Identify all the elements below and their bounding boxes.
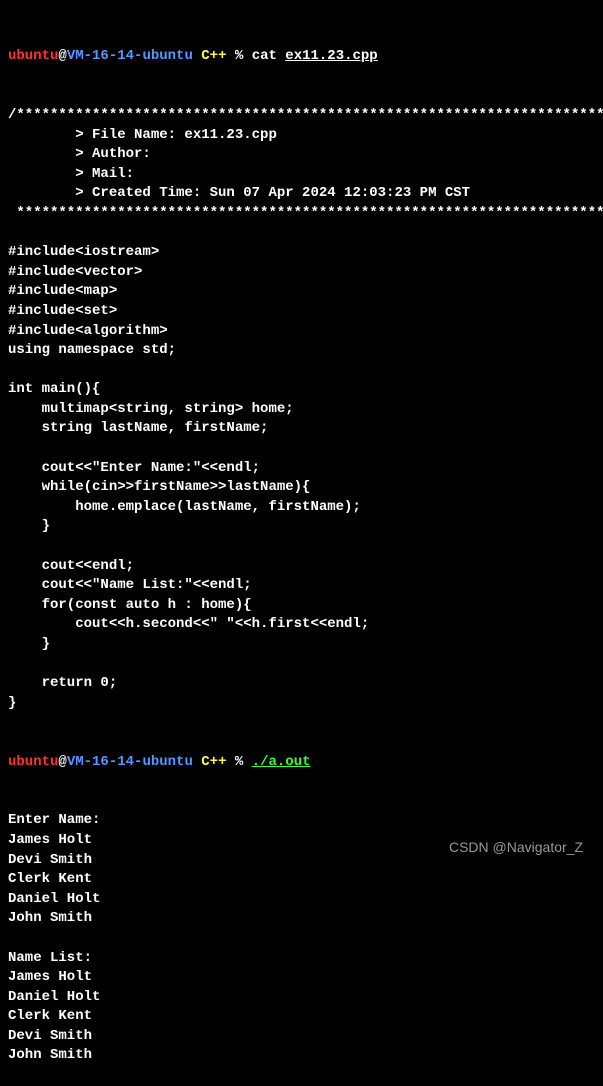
output-line: Clerk Kent (8, 1007, 595, 1027)
output-line (8, 929, 595, 949)
code-line (8, 537, 595, 557)
code-line: #include<map> (8, 282, 595, 302)
output-line: Daniel Holt (8, 988, 595, 1008)
prompt-at: @ (58, 753, 66, 773)
code-line: > Mail: (8, 165, 595, 185)
prompt-host: VM-16-14-ubuntu (67, 47, 193, 67)
code-line: #include<set> (8, 302, 595, 322)
code-line (8, 439, 595, 459)
code-line: } (8, 517, 595, 537)
output-line: John Smith (8, 909, 595, 929)
code-line: while(cin>>firstName>>lastName){ (8, 478, 595, 498)
code-line: return 0; (8, 674, 595, 694)
code-line: #include<algorithm> (8, 322, 595, 342)
code-line: > File Name: ex11.23.cpp (8, 126, 595, 146)
watermark-text: CSDN @Navigator_Z (449, 838, 583, 858)
code-line: for(const auto h : home){ (8, 596, 595, 616)
code-line: #include<iostream> (8, 243, 595, 263)
output-line: John Smith (8, 1046, 595, 1066)
output-line: Devi Smith (8, 1027, 595, 1047)
filename-arg: ex11.23.cpp (285, 47, 377, 67)
code-line: multimap<string, string> home; (8, 400, 595, 420)
prompt-host: VM-16-14-ubuntu (67, 753, 193, 773)
terminal-window: ubuntu@VM-16-14-ubuntu C++ % cat ex11.23… (8, 8, 595, 1086)
code-line: > Created Time: Sun 07 Apr 2024 12:03:23… (8, 184, 595, 204)
code-line (8, 224, 595, 244)
code-line: #include<vector> (8, 263, 595, 283)
code-line: > Author: (8, 145, 595, 165)
code-line: } (8, 635, 595, 655)
code-line: string lastName, firstName; (8, 419, 595, 439)
prompt-line-1: ubuntu@VM-16-14-ubuntu C++ % cat ex11.23… (8, 47, 595, 67)
output-line: Enter Name: (8, 811, 595, 831)
prompt-percent: % (235, 753, 252, 773)
output-line: Daniel Holt (8, 890, 595, 910)
output-line: Name List: (8, 949, 595, 969)
code-line: int main(){ (8, 380, 595, 400)
code-line: cout<<h.second<<" "<<h.first<<endl; (8, 615, 595, 635)
prompt-dir: C++ (193, 47, 235, 67)
output-line: James Holt (8, 968, 595, 988)
code-line: cout<<"Name List:"<<endl; (8, 576, 595, 596)
command-run[interactable]: ./a.out (252, 753, 311, 773)
code-line: } (8, 694, 595, 714)
code-line: cout<<"Enter Name:"<<endl; (8, 459, 595, 479)
prompt-user: ubuntu (8, 47, 58, 67)
source-code-block: /***************************************… (8, 106, 595, 713)
code-line: cout<<endl; (8, 557, 595, 577)
prompt-line-2: ubuntu@VM-16-14-ubuntu C++ % ./a.out (8, 753, 595, 773)
code-line: using namespace std; (8, 341, 595, 361)
prompt-dir: C++ (193, 753, 235, 773)
prompt-at: @ (58, 47, 66, 67)
output-line: Clerk Kent (8, 870, 595, 890)
command-cat[interactable]: cat (252, 47, 286, 67)
code-line (8, 655, 595, 675)
code-line: /***************************************… (8, 106, 595, 126)
prompt-user: ubuntu (8, 753, 58, 773)
code-line: ****************************************… (8, 204, 595, 224)
prompt-percent: % (235, 47, 252, 67)
code-line (8, 361, 595, 381)
code-line: home.emplace(lastName, firstName); (8, 498, 595, 518)
